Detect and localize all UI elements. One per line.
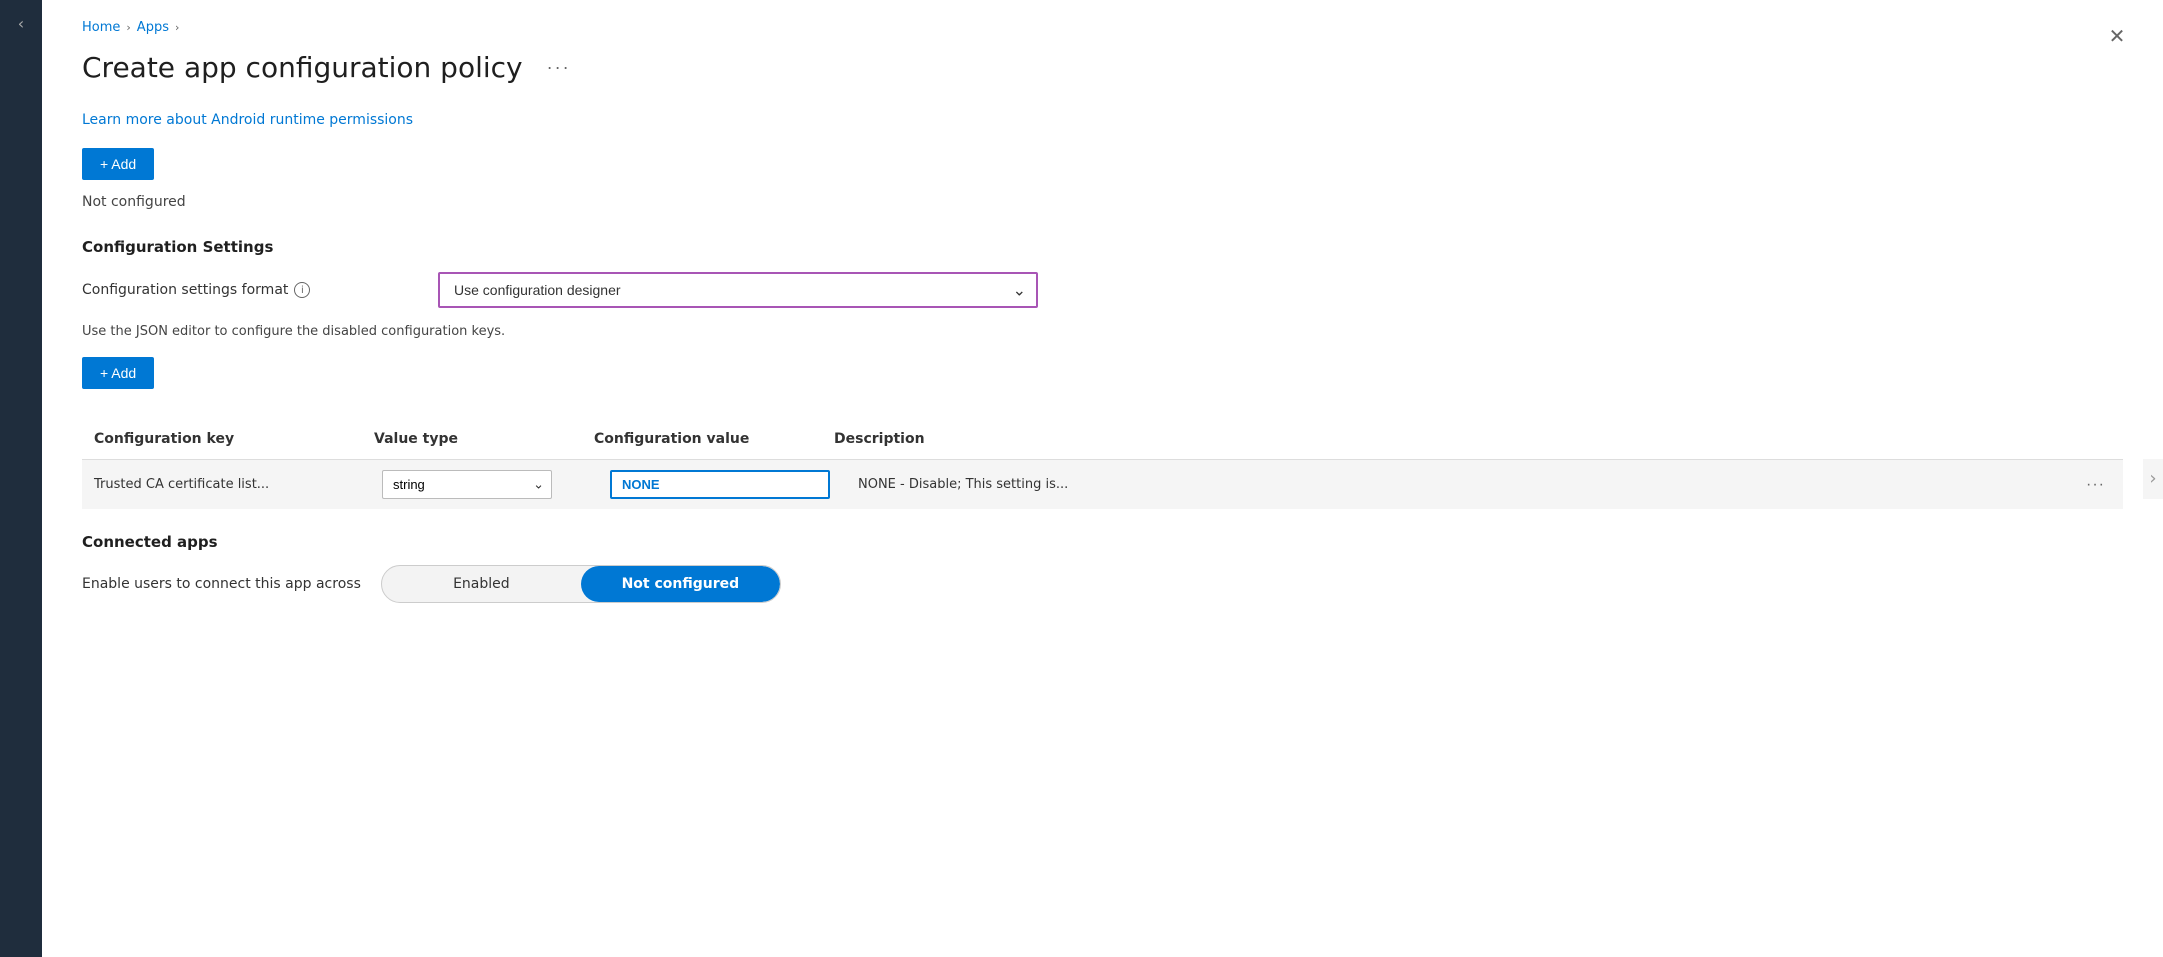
config-format-select-wrapper: Use configuration designer Enter JSON da… (438, 272, 1038, 308)
sidebar: ‹ (0, 0, 42, 957)
col-header-desc: Description (834, 427, 2111, 451)
config-format-select[interactable]: Use configuration designer Enter JSON da… (438, 272, 1038, 308)
config-format-label: Configuration settings format i (82, 282, 422, 298)
breadcrumb-home[interactable]: Home (82, 20, 120, 35)
value-type-select-wrapper: string integer boolean ⌄ (382, 470, 552, 499)
row-config-value-cell (610, 466, 850, 503)
config-format-row: Configuration settings format i Use conf… (82, 272, 2123, 308)
breadcrumb-apps[interactable]: Apps (137, 20, 169, 35)
row-config-key: Trusted CA certificate list... (94, 473, 374, 496)
close-icon: ✕ (2109, 24, 2126, 49)
learn-more-link[interactable]: Learn more about Android runtime permiss… (82, 112, 413, 128)
add-first-button[interactable]: + Add (82, 148, 154, 180)
breadcrumb-sep-2: › (175, 21, 179, 34)
col-header-value: Configuration value (594, 427, 834, 451)
config-table: Configuration key Value type Configurati… (82, 419, 2123, 509)
row-description-cell: NONE - Disable; This setting is... ··· (858, 470, 2111, 500)
col-header-key: Configuration key (94, 427, 374, 451)
json-helper-text: Use the JSON editor to configure the dis… (82, 324, 2123, 339)
table-row: Trusted CA certificate list... string in… (82, 460, 2123, 509)
breadcrumb-sep-1: › (126, 21, 130, 34)
page-more-button[interactable]: ··· (539, 53, 579, 82)
config-value-input[interactable] (610, 470, 830, 499)
toggle-label: Enable users to connect this app across (82, 576, 361, 592)
add-second-button[interactable]: + Add (82, 357, 154, 389)
connected-apps-section: Connected apps Enable users to connect t… (82, 533, 2123, 603)
expand-panel-icon: › (2143, 459, 2163, 499)
toggle-not-configured-option[interactable]: Not configured (581, 566, 780, 602)
toggle-switch: Enabled Not configured (381, 565, 781, 603)
connected-apps-title: Connected apps (82, 533, 2123, 551)
main-content: ✕ › Home › Apps › Create app configurati… (42, 0, 2163, 957)
close-button[interactable]: ✕ (2101, 20, 2133, 52)
description-text: NONE - Disable; This setting is... (858, 477, 1068, 492)
page-title: Create app configuration policy (82, 51, 523, 84)
format-info-icon[interactable]: i (294, 282, 310, 298)
row-value-type-cell: string integer boolean ⌄ (382, 466, 602, 503)
page-header: Create app configuration policy ··· (82, 51, 2123, 84)
table-header-row: Configuration key Value type Configurati… (82, 419, 2123, 460)
toggle-row: Enable users to connect this app across … (82, 565, 2123, 603)
col-header-type: Value type (374, 427, 594, 451)
not-configured-label: Not configured (82, 194, 2123, 210)
toggle-enabled-option[interactable]: Enabled (382, 566, 581, 602)
value-type-select[interactable]: string integer boolean (382, 470, 552, 499)
config-settings-title: Configuration Settings (82, 238, 2123, 256)
breadcrumb: Home › Apps › (82, 20, 2123, 35)
collapse-sidebar-icon[interactable]: ‹ (18, 14, 24, 33)
row-more-button[interactable]: ··· (2080, 474, 2111, 496)
